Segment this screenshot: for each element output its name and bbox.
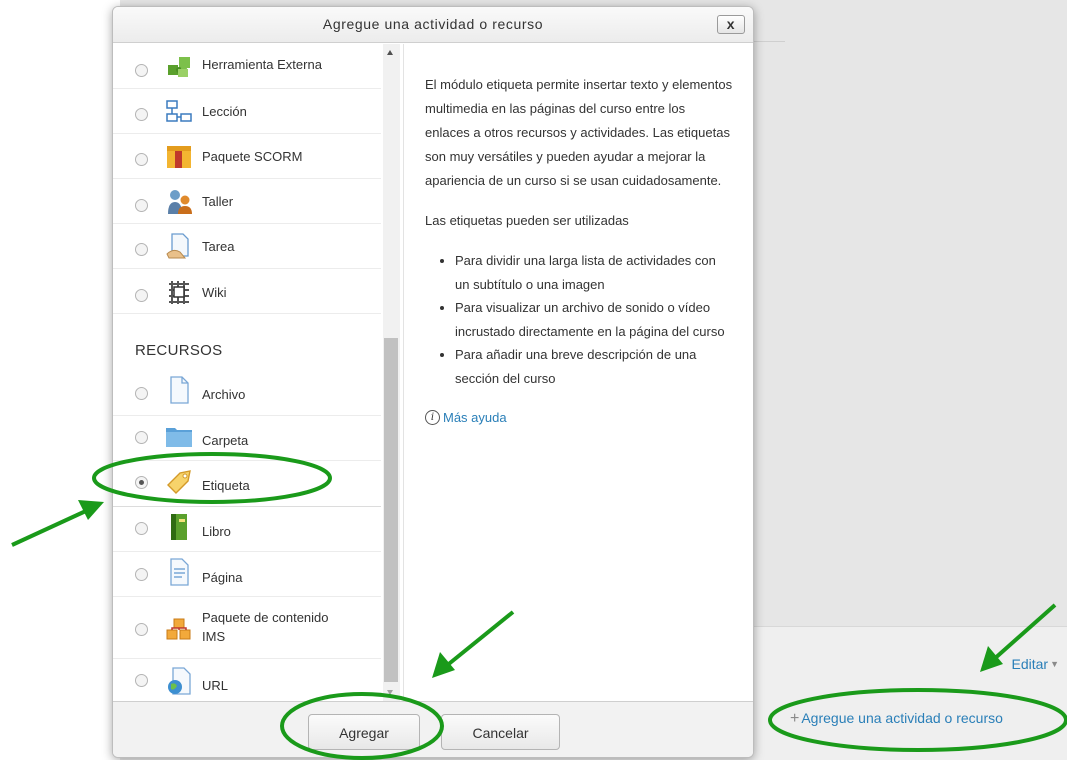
radio-button[interactable] — [135, 431, 148, 444]
radio-button[interactable] — [135, 243, 148, 256]
ims-package-icon — [166, 618, 191, 640]
option-herramienta-externa[interactable]: Herramienta Externa — [113, 44, 381, 89]
radio-button-selected[interactable] — [135, 476, 148, 489]
scorm-package-icon — [167, 146, 191, 168]
option-label: Etiqueta — [202, 478, 250, 493]
options-list: Herramienta Externa Lección Paquete SCOR… — [113, 44, 385, 701]
file-icon — [170, 376, 189, 404]
close-icon: x — [726, 16, 736, 32]
dialog-footer: Agregar Cancelar — [113, 701, 753, 757]
radio-button[interactable] — [135, 153, 148, 166]
dialog-title: Agregue una actividad o recurso — [322, 16, 544, 32]
scrollbar-thumb[interactable] — [384, 338, 398, 682]
option-paquete-ims[interactable]: Paquete de contenido IMS — [113, 597, 381, 659]
lesson-icon — [166, 100, 192, 122]
scroll-down-arrow-icon[interactable] — [387, 690, 393, 695]
radio-button[interactable] — [135, 387, 148, 400]
caret-down-icon: ▼ — [1050, 659, 1059, 669]
radio-button[interactable] — [135, 108, 148, 121]
folder-icon — [166, 428, 192, 447]
option-wiki[interactable]: Wiki — [113, 269, 381, 314]
option-paquete-scorm[interactable]: Paquete SCORM — [113, 134, 381, 179]
option-tarea[interactable]: Tarea — [113, 224, 381, 269]
option-pagina[interactable]: Página — [113, 552, 381, 597]
more-help-label: Más ayuda — [443, 409, 507, 425]
page-icon — [170, 558, 189, 586]
info-icon: i — [425, 410, 440, 425]
option-label: Paquete SCORM — [202, 149, 303, 164]
cancel-button[interactable]: Cancelar — [441, 714, 560, 750]
option-label-line2: IMS — [202, 629, 226, 644]
option-leccion[interactable]: Lección — [113, 89, 381, 134]
option-taller[interactable]: Taller — [113, 179, 381, 224]
option-label: Lección — [202, 104, 247, 119]
workshop-icon — [168, 190, 192, 214]
option-label: URL — [202, 678, 229, 693]
assignment-icon — [166, 233, 189, 259]
radio-button[interactable] — [135, 623, 148, 636]
arrow-to-etiqueta — [11, 500, 104, 547]
edit-menu-link[interactable]: Editar ▼ — [1012, 656, 1060, 672]
options-scrollbar[interactable] — [383, 44, 400, 701]
help-paragraph-intro: El módulo etiqueta permite insertar text… — [425, 77, 733, 188]
option-label: Taller — [202, 194, 234, 209]
radio-button[interactable] — [135, 64, 148, 77]
add-activity-link-label: Agregue una actividad o recurso — [801, 710, 1003, 726]
option-etiqueta[interactable]: Etiqueta — [113, 461, 381, 507]
option-libro[interactable]: Libro — [113, 507, 381, 552]
puzzle-icon — [168, 57, 190, 77]
resources-section-heading: RECURSOS — [135, 342, 223, 359]
dialog-header: Agregue una actividad o recurso x — [113, 7, 753, 43]
option-label: Página — [202, 570, 243, 585]
option-label-line1: Paquete de contenido — [202, 610, 329, 625]
radio-button[interactable] — [135, 522, 148, 535]
radio-button[interactable] — [135, 199, 148, 212]
option-label: Archivo — [202, 387, 246, 402]
help-bullet: Para visualizar un archivo de sonido o v… — [455, 296, 733, 343]
book-icon — [171, 514, 187, 540]
divider — [750, 41, 785, 42]
edit-link-label: Editar — [1011, 656, 1049, 672]
close-button[interactable]: x — [717, 15, 745, 34]
more-help-link[interactable]: i Más ayuda — [425, 406, 507, 430]
option-label: Libro — [202, 524, 231, 539]
url-icon — [168, 667, 191, 695]
help-bullet: Para añadir una breve descripción de una… — [455, 343, 733, 390]
activity-chooser-dialog: Agregue una actividad o recurso x Herram… — [112, 6, 754, 758]
plus-icon: + — [790, 710, 800, 727]
radio-button[interactable] — [135, 289, 148, 302]
radio-button[interactable] — [135, 674, 148, 687]
help-description-panel: El módulo etiqueta permite insertar text… — [403, 44, 753, 701]
help-paragraph-uses: Las etiquetas pueden ser utilizadas — [425, 213, 629, 228]
option-archivo[interactable]: Archivo — [113, 371, 381, 416]
label-tag-icon — [167, 470, 191, 494]
option-url[interactable]: URL — [113, 659, 381, 701]
scroll-up-arrow-icon[interactable] — [387, 50, 393, 55]
add-activity-or-resource-link[interactable]: + Agregue una actividad o recurso — [790, 710, 1003, 728]
add-button[interactable]: Agregar — [308, 714, 420, 750]
option-carpeta[interactable]: Carpeta — [113, 416, 381, 461]
radio-button[interactable] — [135, 568, 148, 581]
option-label: Herramienta Externa — [202, 57, 322, 72]
wiki-icon — [169, 281, 189, 304]
option-label: Wiki — [202, 285, 227, 300]
help-bullet: Para dividir una larga lista de activida… — [455, 249, 733, 296]
option-label: Tarea — [202, 239, 235, 254]
option-label: Carpeta — [202, 433, 249, 448]
help-bullet-list: Para dividir una larga lista de activida… — [425, 249, 733, 390]
